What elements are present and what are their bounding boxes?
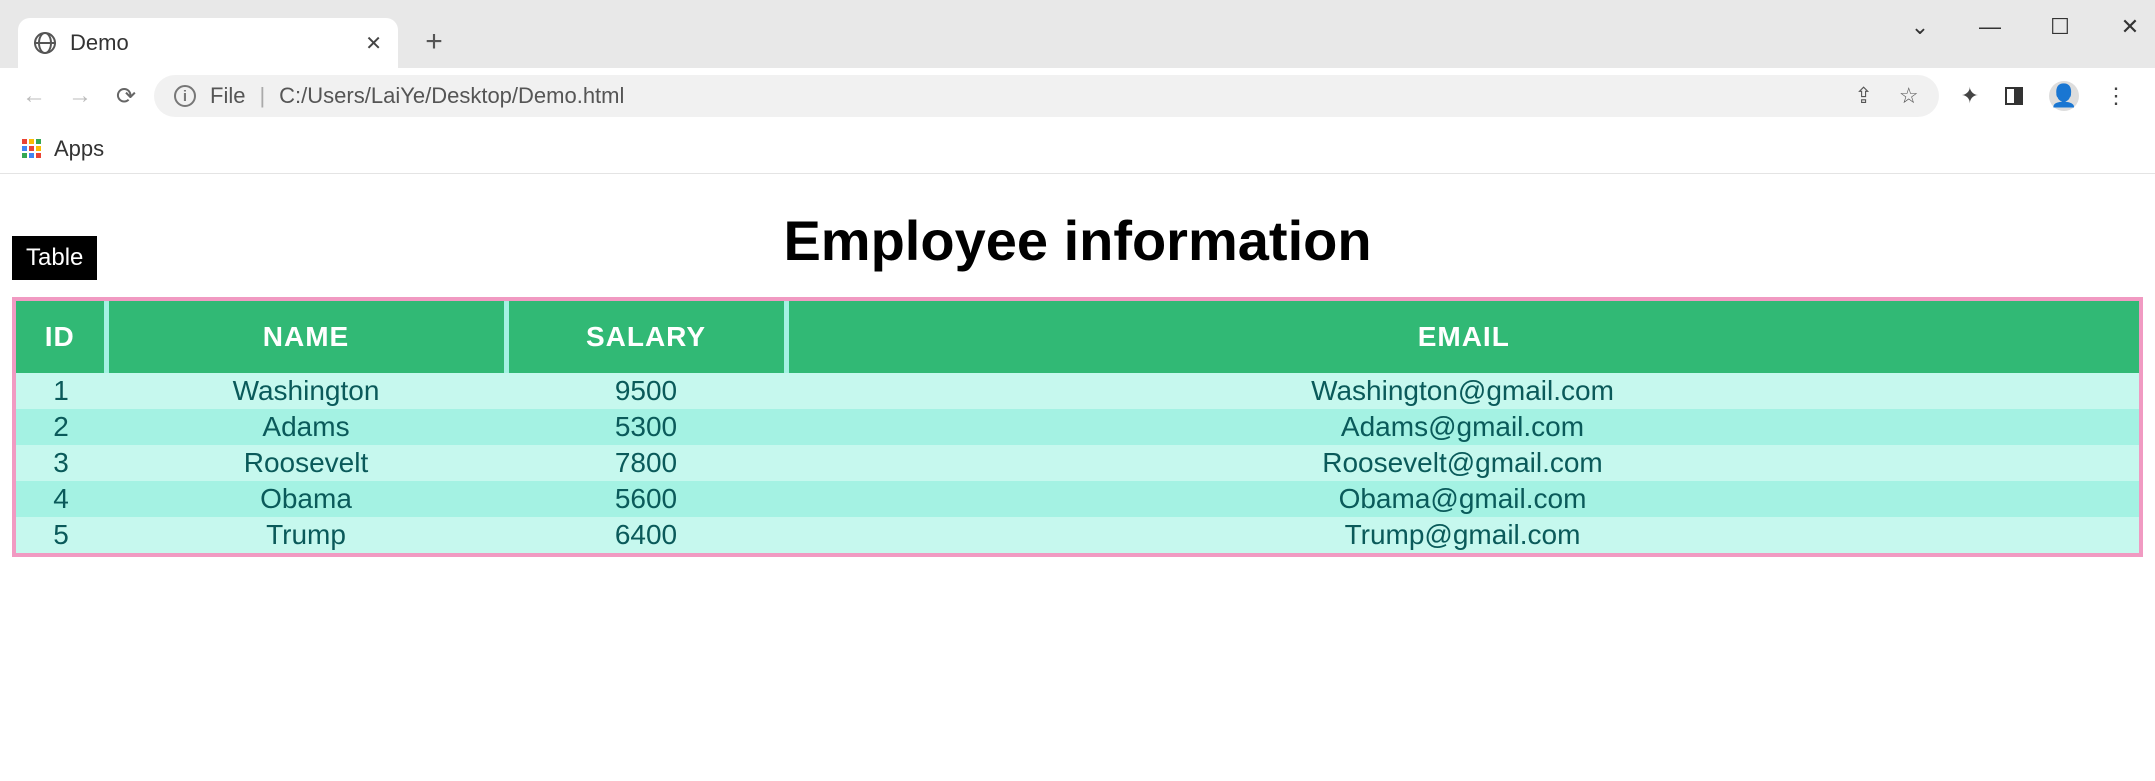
page-title: Employee information: [0, 208, 2155, 273]
col-header-salary: SALARY: [506, 301, 786, 373]
extensions-icon[interactable]: ✦: [1961, 83, 1979, 109]
close-tab-icon[interactable]: ✕: [365, 31, 382, 56]
browser-tab[interactable]: Demo ✕: [18, 18, 398, 68]
col-header-email: EMAIL: [786, 301, 2139, 373]
address-scheme: File: [210, 83, 245, 109]
window-controls: ⌄ — ☐ ✕: [1907, 14, 2143, 40]
bookmarks-bar: Apps: [0, 124, 2155, 174]
cell-email: Washington@gmail.com: [786, 373, 2139, 409]
cell-id: 2: [16, 409, 106, 445]
cell-name: Roosevelt: [106, 445, 506, 481]
bookmark-star-icon[interactable]: ☆: [1899, 83, 1919, 109]
new-tab-button[interactable]: +: [412, 20, 456, 64]
table-row: 4 Obama 5600 Obama@gmail.com: [16, 481, 2139, 517]
table-header-row: ID NAME SALARY EMAIL: [16, 301, 2139, 373]
table-body: 1 Washington 9500 Washington@gmail.com 2…: [16, 373, 2139, 553]
page-content: Employee information Table ID NAME SALAR…: [0, 174, 2155, 557]
cell-id: 5: [16, 517, 106, 553]
apps-icon[interactable]: [22, 139, 42, 159]
address-bar[interactable]: i File | C:/Users/LaiYe/Desktop/Demo.htm…: [154, 75, 1939, 117]
cell-name: Adams: [106, 409, 506, 445]
minimize-button[interactable]: —: [1977, 14, 2003, 40]
cell-salary: 7800: [506, 445, 786, 481]
table-row: 2 Adams 5300 Adams@gmail.com: [16, 409, 2139, 445]
table-row: 5 Trump 6400 Trump@gmail.com: [16, 517, 2139, 553]
table-row: 1 Washington 9500 Washington@gmail.com: [16, 373, 2139, 409]
tab-title: Demo: [70, 30, 351, 56]
employee-table-container: ID NAME SALARY EMAIL 1 Washington 9500 W…: [12, 297, 2143, 557]
cell-name: Trump: [106, 517, 506, 553]
side-panel-icon[interactable]: [2005, 87, 2023, 105]
employee-table: ID NAME SALARY EMAIL 1 Washington 9500 W…: [16, 301, 2139, 553]
reload-button[interactable]: ⟳: [108, 78, 144, 114]
table-row: 3 Roosevelt 7800 Roosevelt@gmail.com: [16, 445, 2139, 481]
cell-name: Obama: [106, 481, 506, 517]
col-header-id: ID: [16, 301, 106, 373]
tab-strip: Demo ✕ + ⌄ — ☐ ✕: [0, 0, 2155, 68]
cell-salary: 5600: [506, 481, 786, 517]
cell-id: 4: [16, 481, 106, 517]
address-separator: |: [259, 83, 265, 109]
back-button[interactable]: ←: [16, 78, 52, 114]
cell-email: Roosevelt@gmail.com: [786, 445, 2139, 481]
menu-icon[interactable]: ⋮: [2105, 83, 2127, 109]
cell-salary: 5300: [506, 409, 786, 445]
cell-email: Trump@gmail.com: [786, 517, 2139, 553]
toolbar: ← → ⟳ i File | C:/Users/LaiYe/Desktop/De…: [0, 68, 2155, 124]
apps-label[interactable]: Apps: [54, 136, 104, 162]
toolbar-right: ✦ 👤 ⋮: [1949, 81, 2139, 111]
cell-salary: 6400: [506, 517, 786, 553]
address-path: C:/Users/LaiYe/Desktop/Demo.html: [279, 83, 624, 109]
cell-salary: 9500: [506, 373, 786, 409]
table-caption: Table: [12, 236, 97, 280]
share-icon[interactable]: ⇪: [1854, 83, 1872, 109]
globe-icon: [34, 32, 56, 54]
cell-name: Washington: [106, 373, 506, 409]
col-header-name: NAME: [106, 301, 506, 373]
cell-email: Adams@gmail.com: [786, 409, 2139, 445]
cell-id: 1: [16, 373, 106, 409]
cell-email: Obama@gmail.com: [786, 481, 2139, 517]
forward-button[interactable]: →: [62, 78, 98, 114]
profile-avatar[interactable]: 👤: [2049, 81, 2079, 111]
close-window-button[interactable]: ✕: [2117, 14, 2143, 40]
dropdown-icon[interactable]: ⌄: [1907, 14, 1933, 40]
site-info-icon[interactable]: i: [174, 85, 196, 107]
maximize-button[interactable]: ☐: [2047, 14, 2073, 40]
cell-id: 3: [16, 445, 106, 481]
